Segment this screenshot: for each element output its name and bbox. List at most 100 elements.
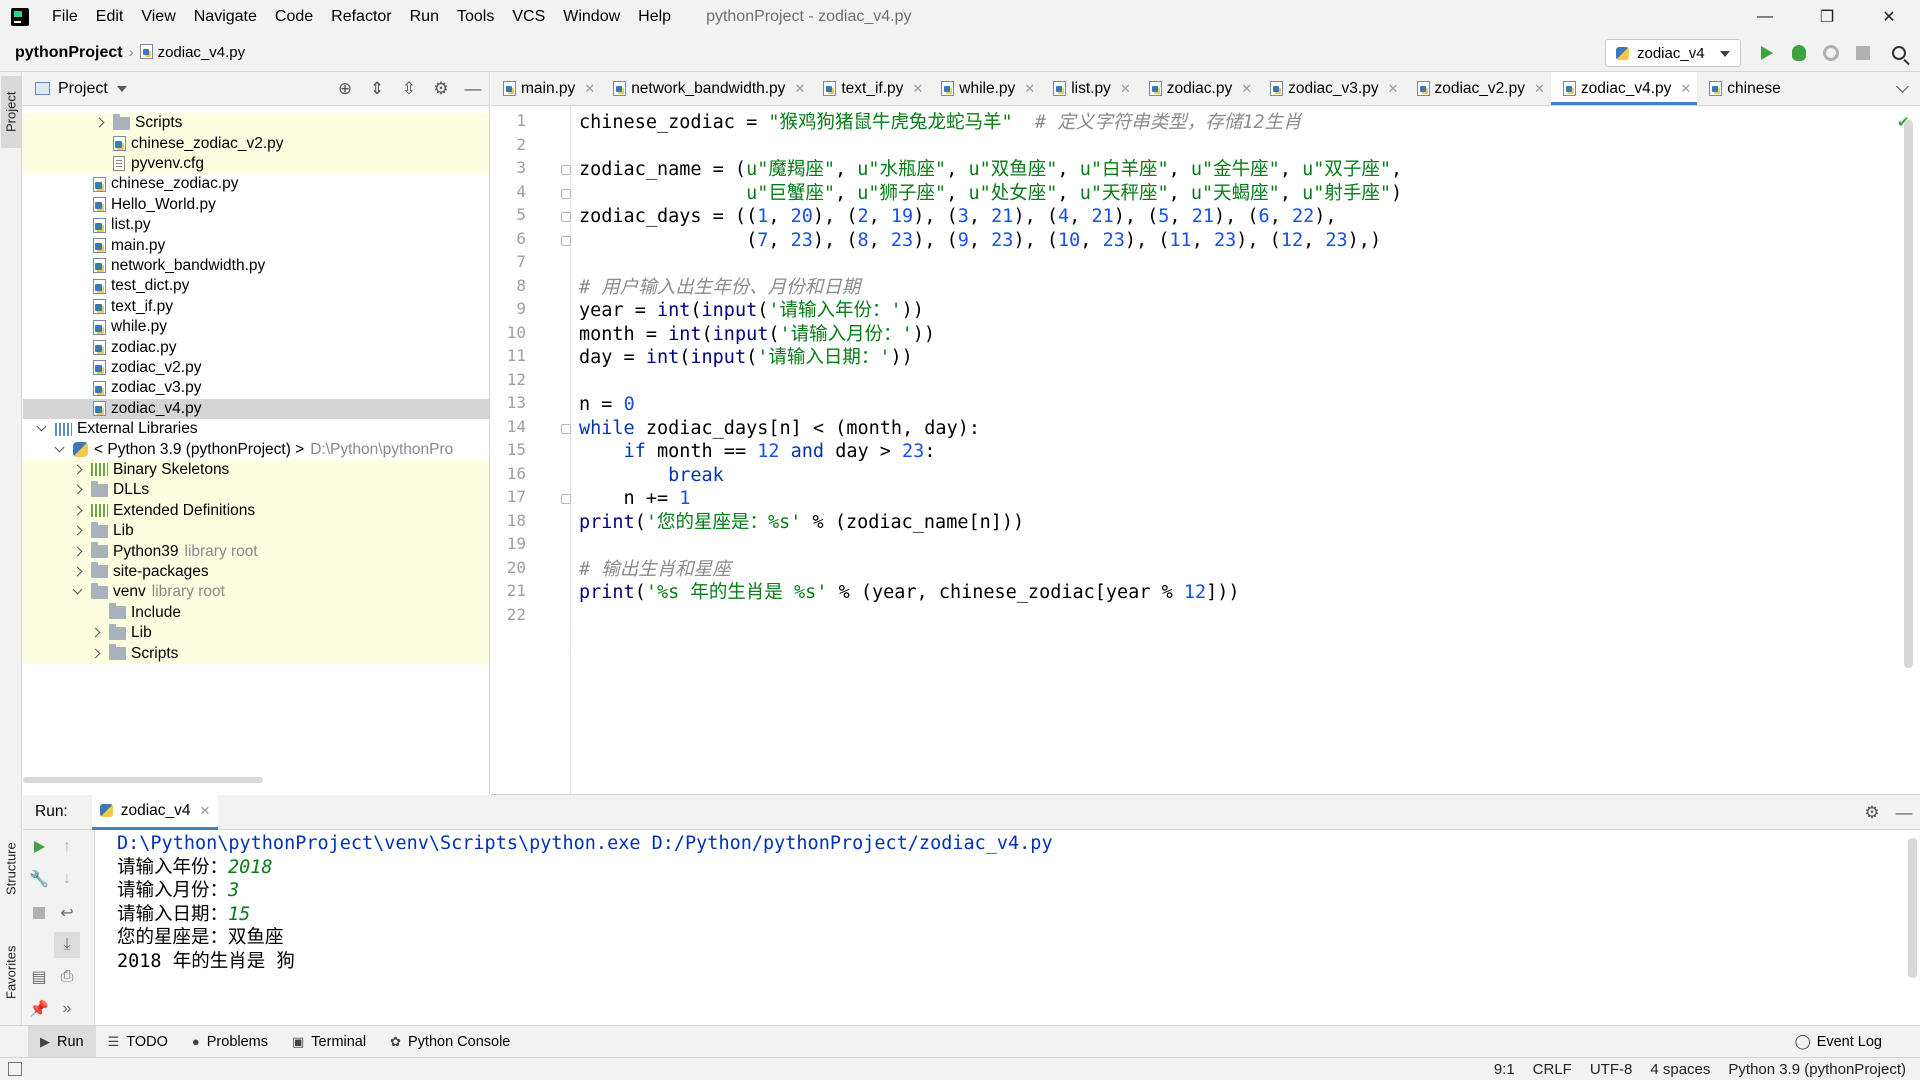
line-separator[interactable]: CRLF [1533,1061,1572,1078]
fold-marker-icon[interactable] [561,235,571,246]
run-configuration-dropdown[interactable]: zodiac_v4 [1605,39,1741,67]
tree-item[interactable]: Include [23,602,489,623]
menu-navigate[interactable]: Navigate [185,0,266,34]
chevron-right-icon[interactable] [89,626,103,640]
tree-item[interactable]: pyvenv.cfg [23,153,489,175]
code-editor[interactable]: chinese_zodiac = "猴鸡狗猪鼠牛虎兔龙蛇马羊" # 定义字符串类… [572,106,1902,794]
wrench-icon[interactable]: 🔧 [26,866,52,892]
tree-item[interactable]: DLLs [23,480,489,501]
fold-marker-icon[interactable] [561,165,571,175]
tree-item[interactable]: Hello_World.py [23,195,489,215]
close-icon[interactable]: ✕ [1024,81,1035,97]
close-icon[interactable]: ✕ [1680,81,1691,97]
tree-item[interactable]: Scripts [23,113,489,134]
toggle-tool-windows-icon[interactable] [8,1062,22,1076]
menu-vcs[interactable]: VCS [503,0,554,34]
hide-panel-icon[interactable]: — [457,72,489,106]
scroll-to-end-icon[interactable]: ⤓ [54,932,80,958]
fold-marker-icon[interactable] [561,212,571,222]
down-arrow-icon[interactable]: ↓ [54,866,80,892]
fold-marker-icon[interactable] [561,188,571,199]
tree-item[interactable]: Python39 library root [23,541,489,562]
tree-item[interactable]: External Libraries [23,419,489,439]
run-with-coverage-button[interactable] [1821,43,1841,63]
menu-run[interactable]: Run [401,0,448,34]
structure-tool-tab[interactable]: Structure [1,826,21,912]
menu-refactor[interactable]: Refactor [322,0,400,34]
caret-position[interactable]: 9:1 [1494,1061,1515,1078]
tree-item[interactable]: text_if.py [23,297,489,317]
tree-item[interactable]: Binary Skeletons [23,459,489,481]
tree-item[interactable]: list.py [23,215,489,235]
rerun-button[interactable] [26,834,52,860]
editor-tab[interactable]: while.py ✕ [929,72,1041,105]
gear-icon[interactable]: ⚙ [1856,795,1888,830]
problems-tool-button[interactable]: ● Problems [180,1026,280,1058]
editor-tab[interactable]: list.py ✕ [1041,72,1137,105]
close-icon[interactable]: ✕ [200,803,211,819]
run-tab[interactable]: zodiac_v4 ✕ [91,794,219,830]
chevron-right-icon[interactable] [71,463,85,477]
more-icon[interactable]: » [54,996,80,1022]
breadcrumb-project[interactable]: pythonProject [15,44,123,62]
tree-item[interactable]: network_bandwidth.py [23,256,489,276]
chevron-right-icon[interactable] [71,524,85,538]
expand-all-icon[interactable]: ⇕ [361,72,393,106]
debug-button[interactable] [1789,43,1809,63]
close-icon[interactable]: ✕ [794,81,805,97]
menu-help[interactable]: Help [629,0,680,34]
project-panel-title[interactable]: Project [58,80,108,98]
close-icon[interactable]: ✕ [1388,81,1399,97]
todo-tool-button[interactable]: ☰ TODO [96,1026,180,1058]
run-button[interactable] [1757,43,1777,63]
print-icon[interactable]: ⎙ [54,964,80,990]
menu-tools[interactable]: Tools [448,0,503,34]
tree-item[interactable]: zodiac_v4.py [23,398,489,419]
close-icon[interactable]: ✕ [912,81,923,97]
editor-tab[interactable]: zodiac_v4.py ✕ [1550,72,1698,105]
vertical-scrollbar[interactable] [1908,838,1917,978]
tree-item[interactable]: Scripts [23,643,489,664]
tree-item[interactable]: Extended Definitions [23,500,489,521]
menu-edit[interactable]: Edit [87,0,133,34]
close-icon[interactable]: ✕ [1241,81,1252,97]
maximize-button[interactable]: ❐ [1796,0,1858,34]
menu-file[interactable]: File [43,0,87,34]
tree-item[interactable]: zodiac_v2.py [23,358,489,378]
chevron-down-icon[interactable] [53,443,67,457]
chevron-down-icon[interactable] [116,85,127,92]
tree-item[interactable]: Lib [23,521,489,542]
stop-button[interactable] [26,900,52,926]
tree-item[interactable]: chinese_zodiac.py [23,174,489,194]
tree-item[interactable]: chinese_zodiac_v2.py [23,133,489,154]
chevron-down-icon[interactable] [1894,80,1912,98]
close-icon[interactable]: ✕ [584,81,595,97]
run-console[interactable]: D:\Python\pythonProject\venv\Scripts\pyt… [96,830,1906,1025]
tree-item[interactable]: while.py [23,317,489,337]
tree-item[interactable]: < Python 3.9 (pythonProject) > D:\Python\… [23,439,489,459]
menu-code[interactable]: Code [266,0,322,34]
favorites-tool-tab[interactable]: Favorites [1,932,21,1012]
close-icon[interactable]: ✕ [1120,81,1131,97]
editor-tab[interactable]: zodiac_v3.py ✕ [1258,72,1404,105]
tree-item[interactable]: Lib [23,623,489,644]
editor-tab[interactable]: text_if.py ✕ [811,72,929,105]
collapse-all-icon[interactable]: ⇳ [393,72,425,106]
editor-tab[interactable]: chinese [1697,72,1786,105]
editor-tab[interactable]: network_bandwidth.py ✕ [601,72,811,105]
chevron-right-icon[interactable] [71,545,85,559]
chevron-right-icon[interactable] [71,504,85,518]
event-log-button[interactable]: ◯ Event Log [1794,1026,1882,1058]
menu-view[interactable]: View [132,0,184,34]
run-tool-button[interactable]: ▶ Run [28,1025,96,1058]
tree-item[interactable]: test_dict.py [23,276,489,296]
file-encoding[interactable]: UTF-8 [1590,1061,1633,1078]
locate-file-icon[interactable]: ⊕ [329,72,361,106]
hide-panel-icon[interactable]: — [1888,795,1920,830]
chevron-right-icon[interactable] [93,116,107,130]
layout-icon[interactable]: ▤ [26,964,52,990]
editor-tab[interactable]: main.py ✕ [491,72,601,105]
chevron-right-icon[interactable] [89,647,103,661]
search-everywhere-button[interactable] [1889,43,1909,63]
project-tool-tab[interactable]: Project [1,76,21,148]
